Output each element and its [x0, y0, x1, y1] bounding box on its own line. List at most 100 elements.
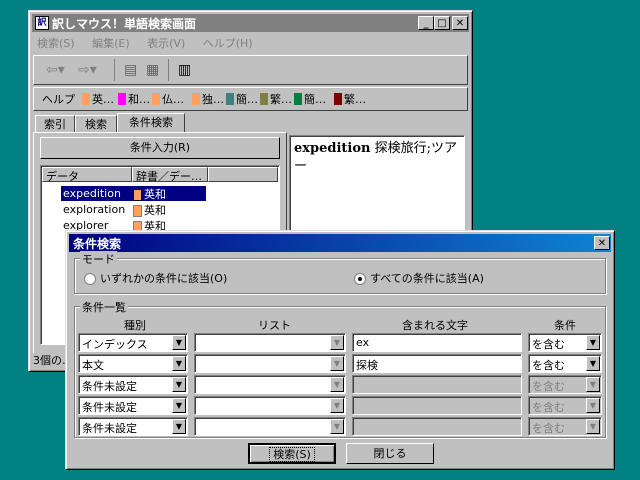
chevron-down-icon[interactable]: ▼: [586, 419, 600, 434]
condition-select[interactable]: を含む ▼: [528, 375, 602, 394]
menu-view[interactable]: 表示(V): [147, 37, 185, 50]
chevron-down-icon[interactable]: ▼: [586, 377, 600, 392]
chevron-down-icon[interactable]: ▼: [586, 356, 600, 371]
dialog-title-bar[interactable]: 条件検索 ✕: [69, 234, 611, 252]
chevron-down-icon[interactable]: ▼: [330, 377, 344, 392]
lang-button-zh-traditional-2[interactable]: 繁…: [334, 90, 366, 108]
dictionary-icon[interactable]: ▥: [178, 62, 191, 78]
chevron-down-icon[interactable]: ▼: [172, 356, 186, 371]
chevron-down-icon[interactable]: ▼: [330, 419, 344, 434]
tab-search[interactable]: 検索: [75, 115, 117, 133]
condition-list-label: 条件一覧: [80, 299, 128, 315]
list-header-dictionary[interactable]: 辞書／デー…: [132, 167, 208, 183]
chevron-down-icon[interactable]: ▼: [330, 356, 344, 371]
lang-button-en[interactable]: 英…: [82, 90, 114, 108]
contains-text-input[interactable]: [352, 417, 522, 436]
condition-select[interactable]: を含む ▼: [528, 354, 602, 373]
tab-index[interactable]: 索引: [35, 115, 75, 133]
column-header-condition: 条件: [554, 319, 576, 332]
list-item[interactable]: expedition 英和: [61, 186, 206, 201]
lang-color-swatch: [294, 93, 302, 105]
type-select[interactable]: インデックス ▼: [78, 333, 188, 352]
dialog-close-icon[interactable]: ✕: [594, 236, 610, 250]
chevron-down-icon[interactable]: ▼: [172, 398, 186, 413]
main-title-bar[interactable]: 訳 訳しマウス！単語検索画面 _ □ ✕: [32, 14, 469, 32]
document-icon[interactable]: ▤: [124, 62, 137, 78]
menu-edit[interactable]: 編集(E): [92, 37, 130, 50]
contains-text-input[interactable]: ex: [352, 333, 522, 352]
minimize-button[interactable]: _: [418, 16, 434, 30]
list-select[interactable]: ▼: [194, 354, 346, 373]
condition-search-dialog: 条件検索 ✕ モード いずれかの条件に該当(O) すべての条件に該当(A) 条件…: [65, 230, 615, 470]
list-item-dict: 英和: [133, 202, 166, 218]
menu-help[interactable]: ヘルプ(H): [203, 37, 253, 50]
radio-selected-icon: [354, 273, 366, 285]
maximize-button[interactable]: □: [434, 16, 450, 30]
menu-bar: 検索(S) 編集(E) 表示(V) ヘルプ(H): [37, 35, 267, 51]
chevron-down-icon[interactable]: ▼: [172, 419, 186, 434]
mode-all-radio[interactable]: すべての条件に該当(A): [354, 270, 484, 286]
condition-select[interactable]: を含む ▼: [528, 333, 602, 352]
chevron-down-icon[interactable]: ▼: [330, 398, 344, 413]
chevron-down-icon[interactable]: ▼: [586, 398, 600, 413]
dict-color-swatch: [133, 205, 142, 217]
condition-select-value: を含む: [532, 338, 565, 351]
condition-select[interactable]: を含む ▼: [528, 417, 602, 436]
type-select-value: インデックス: [82, 338, 148, 351]
type-select-value: 条件未設定: [82, 422, 137, 435]
lang-button-zh-simplified[interactable]: 簡…: [226, 90, 258, 108]
back-arrow-icon[interactable]: ⇦▾: [46, 62, 65, 78]
close-button[interactable]: 閉じる: [346, 443, 434, 464]
lang-color-swatch: [82, 93, 90, 105]
contains-text-input[interactable]: [352, 396, 522, 415]
tab-condition-search[interactable]: 条件検索: [117, 113, 185, 133]
contains-text-input[interactable]: [352, 375, 522, 394]
chevron-down-icon[interactable]: ▼: [330, 335, 344, 350]
main-window-title: 訳しマウス！単語検索画面: [52, 16, 197, 31]
type-select[interactable]: 条件未設定 ▼: [78, 375, 188, 394]
type-select[interactable]: 条件未設定 ▼: [78, 417, 188, 436]
column-header-list: リスト: [258, 319, 291, 332]
list-select[interactable]: ▼: [194, 417, 346, 436]
condition-select-value: を含む: [532, 380, 565, 393]
menu-search[interactable]: 検索(S): [37, 37, 75, 50]
list-header-data[interactable]: データ: [42, 167, 132, 183]
chevron-down-icon[interactable]: ▼: [172, 335, 186, 350]
lang-button-fr[interactable]: 仏…: [152, 90, 184, 108]
mode-group-label: モード: [80, 251, 117, 267]
lang-button-ja[interactable]: 和…: [118, 90, 150, 108]
column-header-text: 含まれる文字: [402, 319, 468, 332]
type-select[interactable]: 条件未設定 ▼: [78, 396, 188, 415]
lang-button-de[interactable]: 独…: [192, 90, 224, 108]
contains-text-input[interactable]: 探検: [352, 354, 522, 373]
close-window-button[interactable]: ✕: [452, 16, 468, 30]
list-select[interactable]: ▼: [194, 375, 346, 394]
column-header-type: 種別: [124, 319, 146, 332]
list-select[interactable]: ▼: [194, 333, 346, 352]
condition-select-value: を含む: [532, 401, 565, 414]
mode-any-radio[interactable]: いずれかの条件に該当(O): [84, 270, 227, 286]
condition-select[interactable]: を含む ▼: [528, 396, 602, 415]
search-button[interactable]: 検索(S): [248, 443, 336, 464]
list-header-filler: [208, 167, 278, 182]
condition-select-value: を含む: [532, 359, 565, 372]
lang-help-button[interactable]: ヘルプ: [42, 90, 75, 108]
chevron-down-icon[interactable]: ▼: [586, 335, 600, 350]
list-item-word: exploration: [63, 203, 126, 216]
lang-button-zh-traditional[interactable]: 繁…: [260, 90, 292, 108]
lang-button-zh-simplified-2[interactable]: 簡…: [294, 90, 326, 108]
list-item[interactable]: exploration 英和: [61, 202, 206, 217]
list-item-dict: 英和: [133, 186, 166, 202]
split-view-icon[interactable]: ▦: [146, 62, 159, 78]
lang-color-swatch: [260, 93, 268, 105]
condition-input-button[interactable]: 条件入力(R): [40, 137, 280, 159]
forward-arrow-icon[interactable]: ⇨▾: [78, 62, 97, 78]
list-select[interactable]: ▼: [194, 396, 346, 415]
lang-color-swatch: [226, 93, 234, 105]
chevron-down-icon[interactable]: ▼: [172, 377, 186, 392]
type-select-value: 条件未設定: [82, 380, 137, 393]
radio-icon: [84, 273, 96, 285]
list-item-word: expedition: [63, 187, 121, 200]
contains-text-value: 探検: [356, 359, 378, 372]
type-select[interactable]: 本文 ▼: [78, 354, 188, 373]
